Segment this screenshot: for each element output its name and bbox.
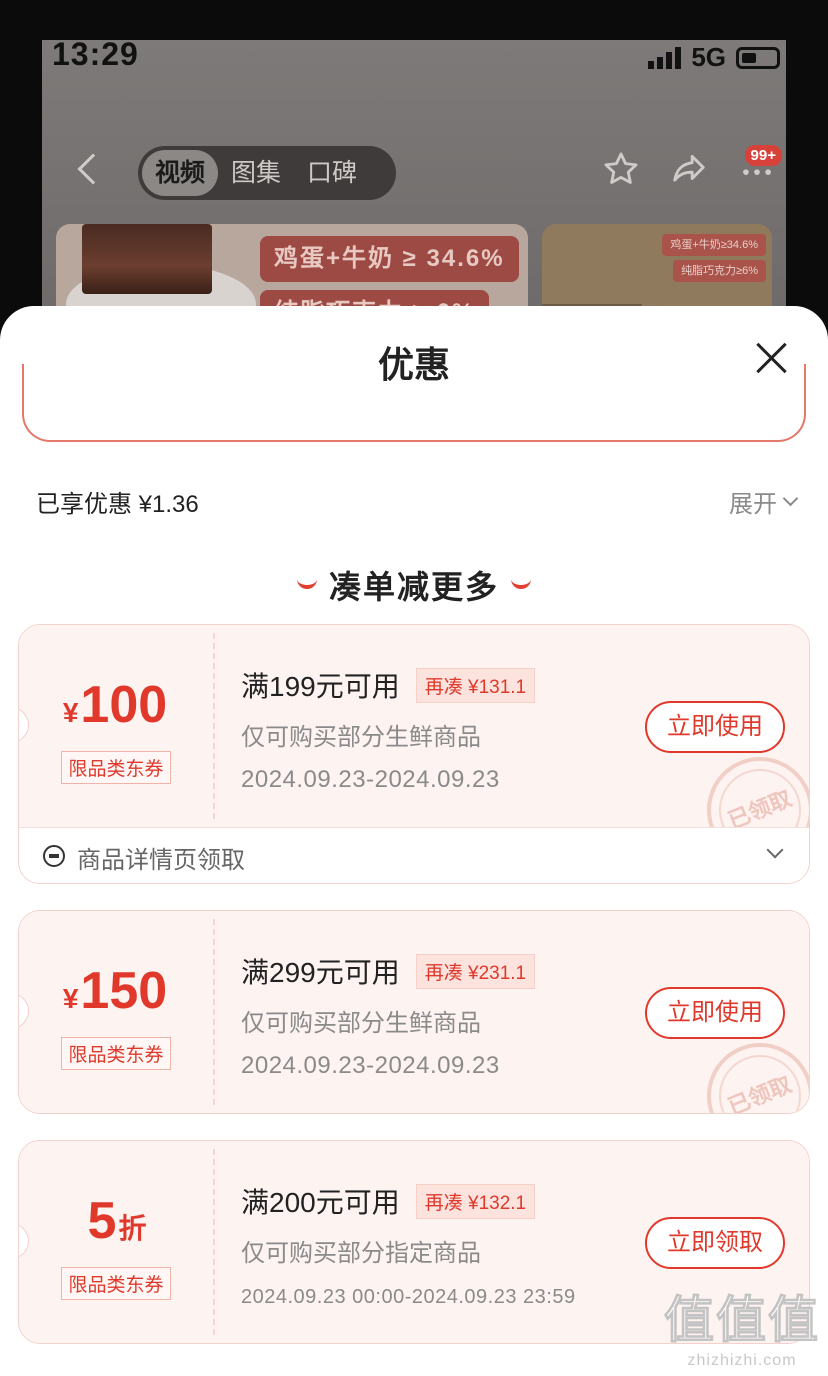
more-needed-tag: 再凑 ¥132.1 bbox=[415, 1183, 536, 1219]
cake-image bbox=[82, 224, 212, 294]
coupon-card: ¥100 限品类东券 满199元可用 再凑 ¥131.1 仅可购买部分生鲜商品 2… bbox=[18, 624, 810, 884]
coupon-type-tag: 限品类东券 bbox=[61, 1037, 171, 1070]
battery-icon bbox=[736, 46, 780, 69]
watermark-url: zhizhizhi.com bbox=[687, 1352, 797, 1369]
use-now-button[interactable]: 立即使用 bbox=[645, 987, 785, 1039]
chevron-down-icon bbox=[766, 841, 784, 859]
coupon-amount: ¥100 bbox=[19, 677, 213, 741]
chevron-down-icon bbox=[782, 490, 799, 507]
coupon-divider bbox=[213, 919, 215, 1105]
coupon-amount: ¥150 bbox=[19, 963, 213, 1027]
amount-value: 100 bbox=[80, 676, 168, 734]
coupon-type-tag: 限品类东券 bbox=[61, 1267, 171, 1300]
media-tab-switcher: 视频 图集 口碑 bbox=[138, 146, 396, 200]
notification-badge: 99+ bbox=[744, 145, 782, 166]
signal-icon bbox=[648, 46, 682, 69]
use-now-button[interactable]: 立即使用 bbox=[645, 701, 785, 753]
coupon-amount: 5折 bbox=[19, 1193, 213, 1257]
coupon-validity: 2024.09.23-2024.09.23 bbox=[241, 1052, 500, 1079]
coupon-type-tag: 限品类东券 bbox=[61, 751, 171, 784]
claim-now-button[interactable]: 立即领取 bbox=[645, 1217, 785, 1269]
amount-unit: 折 bbox=[118, 1213, 147, 1244]
smile-right-icon bbox=[511, 579, 531, 589]
condition-text: 满200元可用 bbox=[241, 1187, 400, 1218]
coupon-card: ¥150 限品类东券 满299元可用 再凑 ¥231.1 仅可购买部分生鲜商品 2… bbox=[18, 910, 810, 1114]
product-page-dimmed: 13:29 5G 视频 图集 口碑 99+ 鸡蛋+牛奶 ≥ 34.6% 纯脂巧克… bbox=[42, 40, 786, 340]
status-time: 13:29 bbox=[52, 40, 139, 72]
amount-value: 150 bbox=[80, 962, 168, 1020]
currency-symbol: ¥ bbox=[62, 697, 79, 728]
watermark: 值值值 zhizhizhi.com bbox=[664, 1280, 820, 1370]
currency-symbol: ¥ bbox=[62, 983, 79, 1014]
enjoyed-discount-label: 已享优惠 ¥1.36 bbox=[36, 491, 199, 518]
smile-left-icon bbox=[296, 579, 317, 589]
coupon-description: 仅可购买部分生鲜商品 bbox=[241, 1010, 481, 1037]
coupon-validity: 2024.09.23-2024.09.23 bbox=[241, 766, 500, 793]
more-needed-tag: 再凑 ¥131.1 bbox=[415, 667, 536, 703]
share-icon[interactable] bbox=[670, 150, 708, 188]
coupon-condition: 满299元可用 再凑 ¥231.1 bbox=[241, 951, 536, 991]
mini-pill-egg-milk: 鸡蛋+牛奶≥34.6% bbox=[662, 234, 766, 256]
expand-label: 展开 bbox=[729, 491, 777, 518]
coupon-body: ¥100 限品类东券 满199元可用 再凑 ¥131.1 仅可购买部分生鲜商品 2… bbox=[19, 625, 809, 879]
coupon-details: 满200元可用 再凑 ¥132.1 仅可购买部分指定商品 2024.09.23 0… bbox=[241, 1181, 576, 1309]
coupon-description: 仅可购买部分指定商品 bbox=[241, 1240, 481, 1267]
banner-pill-egg-milk: 鸡蛋+牛奶 ≥ 34.6% bbox=[260, 236, 519, 282]
coupon-divider bbox=[213, 1149, 215, 1335]
coupon-value: 5折 限品类东券 bbox=[19, 1141, 213, 1343]
star-icon[interactable] bbox=[602, 150, 640, 188]
more-needed-tag: 再凑 ¥231.1 bbox=[415, 953, 536, 989]
tab-gallery[interactable]: 图集 bbox=[218, 150, 294, 196]
coupon-divider bbox=[213, 633, 215, 819]
coupon-validity: 2024.09.23 00:00-2024.09.23 23:59 bbox=[241, 1286, 576, 1308]
collapsed-card-edge bbox=[22, 364, 806, 442]
section-title: 凑单减更多 bbox=[0, 562, 828, 608]
coupon-value: ¥150 限品类东券 bbox=[19, 911, 213, 1113]
ticket-icon bbox=[43, 845, 65, 867]
condition-text: 满199元可用 bbox=[241, 671, 400, 702]
coupon-condition: 满200元可用 再凑 ¥132.1 bbox=[241, 1181, 576, 1221]
coupon-value: ¥100 限品类东券 bbox=[19, 625, 213, 827]
condition-text: 满299元可用 bbox=[241, 957, 400, 988]
coupon-condition: 满199元可用 再凑 ¥131.1 bbox=[241, 665, 536, 705]
status-icons: 5G bbox=[648, 42, 780, 73]
amount-value: 5 bbox=[87, 1192, 117, 1250]
watermark-logo: 值值值 bbox=[664, 1292, 820, 1349]
mini-pill-chocolate: 纯脂巧克力≥6% bbox=[673, 260, 766, 282]
tab-video[interactable]: 视频 bbox=[142, 150, 219, 196]
coupon-details: 满299元可用 再凑 ¥231.1 仅可购买部分生鲜商品 2024.09.23-2… bbox=[241, 951, 536, 1080]
section-title-text: 凑单减更多 bbox=[328, 569, 499, 605]
coupon-description: 仅可购买部分生鲜商品 bbox=[241, 724, 481, 751]
discount-sheet: 优惠 已享优惠 ¥1.36 展开 凑单减更多 ¥100 限品类东券 满199元可… bbox=[0, 306, 828, 1376]
back-arrow-icon[interactable] bbox=[77, 153, 109, 185]
tab-reviews[interactable]: 口碑 bbox=[294, 150, 370, 196]
coupon-source-text: 商品详情页领取 bbox=[77, 847, 245, 874]
coupon-source-row[interactable]: 商品详情页领取 bbox=[19, 827, 809, 883]
network-label: 5G bbox=[691, 42, 726, 72]
expand-button[interactable]: 展开 bbox=[729, 484, 799, 519]
coupon-details: 满199元可用 再凑 ¥131.1 仅可购买部分生鲜商品 2024.09.23-2… bbox=[241, 665, 536, 794]
coupon-body: ¥150 限品类东券 满299元可用 再凑 ¥231.1 仅可购买部分生鲜商品 2… bbox=[19, 911, 809, 1113]
claimed-stamp: 已领取 bbox=[691, 1027, 809, 1113]
